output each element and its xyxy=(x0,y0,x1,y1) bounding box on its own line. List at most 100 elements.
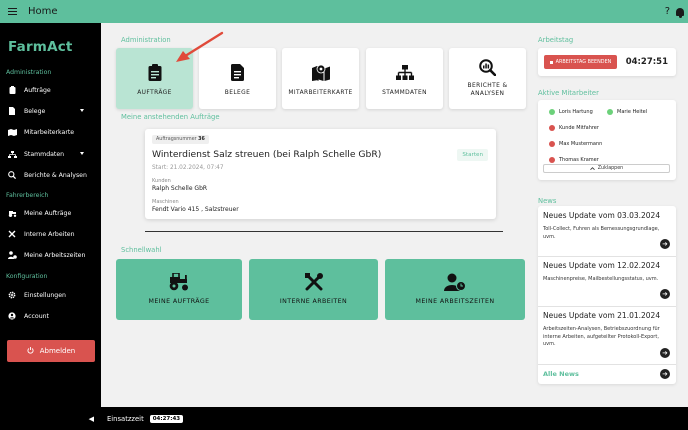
operation-time-label: Einsatzzeit xyxy=(107,414,144,423)
tools-icon xyxy=(0,230,24,238)
sidebar-item-einstellungen[interactable]: Einstellungen xyxy=(0,288,101,302)
employee-name: Max Mustermann xyxy=(559,141,603,147)
status-dot-inactive xyxy=(549,157,555,163)
top-bar-actions: ? xyxy=(665,0,684,23)
order-number-badge: Auftragsnummer 36 xyxy=(152,135,209,144)
bottom-bar: ◀ Einsatzzeit 04:27:43 xyxy=(0,407,688,430)
tile-label: STAMMDATEN xyxy=(382,90,427,96)
sidebar-item-meine-auftraege[interactable]: Meine Aufträge xyxy=(0,206,101,220)
sidebar-item-label: Meine Aufträge xyxy=(24,209,72,217)
start-button[interactable]: Starten xyxy=(457,149,488,161)
menu-icon[interactable] xyxy=(0,0,24,23)
tile-label-line-1: BERICHTE & xyxy=(467,83,508,89)
sidebar-item-label: Account xyxy=(24,312,49,320)
end-workday-label: ARBEITSTAG BEENDEN xyxy=(555,59,612,65)
logout-label: Abmelden xyxy=(39,347,76,355)
divider xyxy=(538,364,676,365)
end-workday-button[interactable]: ARBEITSTAG BEENDEN xyxy=(544,55,617,69)
employee-item: Thomas Kramer xyxy=(549,157,599,163)
sidebar-item-label: Interne Arbeiten xyxy=(24,230,75,238)
sidebar-section-fahrerbereich: Fahrerbereich xyxy=(6,192,49,199)
news-title: Neues Update vom 03.03.2024 xyxy=(543,211,661,220)
active-employees-heading: Aktive Mitarbeiter xyxy=(538,89,599,97)
status-dot-active xyxy=(549,109,555,115)
customer-value: Ralph Schelle GbR xyxy=(152,185,208,192)
employee-item: Marie Heitel xyxy=(607,109,647,115)
sidebar-section-administration: Administration xyxy=(6,69,52,76)
news-title: Neues Update vom 12.02.2024 xyxy=(543,261,661,270)
sidebar-item-label: Meine Arbeitszeiten xyxy=(24,251,86,259)
tile-label-line-2: ANALYSEN xyxy=(470,91,505,97)
order-number-value: 36 xyxy=(198,137,205,142)
sidebar-item-auftraege[interactable]: Aufträge xyxy=(0,83,101,97)
news-card: Neues Update vom 03.03.2024 Toll-Collect… xyxy=(538,206,676,384)
sidebar-item-stammdaten[interactable]: Stammdaten xyxy=(0,147,101,161)
arrow-right-icon[interactable]: ➔ xyxy=(660,348,670,358)
active-employees-card: Loris Hartung Marie Heitel Kunde Mitfahr… xyxy=(538,100,676,180)
logout-button[interactable]: Abmelden xyxy=(7,340,95,362)
workday-heading: Arbeitstag xyxy=(538,36,574,44)
task-card[interactable]: Auftragsnummer 36 Winterdienst Salz stre… xyxy=(145,129,496,219)
collapse-sidebar-icon[interactable]: ◀ xyxy=(0,415,101,423)
all-news-link[interactable]: Alle News xyxy=(543,370,579,378)
map-icon xyxy=(0,128,24,136)
employee-item: Max Mustermann xyxy=(549,141,602,147)
document-icon xyxy=(228,62,248,82)
employee-item: Kunde Mitfahrer xyxy=(549,125,599,131)
sidebar-item-berichte[interactable]: Berichte & Analysen xyxy=(0,168,101,182)
task-start-time: Start: 21.02.2024, 07:47 xyxy=(152,165,224,171)
employee-name: Kunde Mitfahrer xyxy=(559,125,599,131)
workday-card: ARBEITSTAG BEENDEN 04:27:51 xyxy=(538,48,676,76)
quick-meine-arbeitszeiten[interactable]: MEINE ARBEITSZEITEN xyxy=(385,259,525,320)
collapse-button[interactable]: Zuklappen xyxy=(543,164,670,173)
stop-icon xyxy=(549,60,553,64)
customer-label: Kunden xyxy=(152,178,171,184)
sidebar-item-label: Aufträge xyxy=(24,86,51,94)
arrow-right-icon[interactable]: ➔ xyxy=(660,239,670,249)
quick-label: INTERNE ARBEITEN xyxy=(279,298,348,305)
divider xyxy=(145,231,503,232)
sidebar-item-interne-arbeiten[interactable]: Interne Arbeiten xyxy=(0,227,101,241)
quick-interne-arbeiten[interactable]: INTERNE ARBEITEN xyxy=(249,259,378,320)
tile-label: MITARBEITERKARTE xyxy=(288,90,353,96)
news-text: Arbeitszeiten-Analysen, Betriebszuordnun… xyxy=(543,326,660,347)
chevron-down-icon xyxy=(80,152,84,155)
sidebar-item-belege[interactable]: Belege xyxy=(0,104,101,118)
sidebar-item-meine-arbeitszeiten[interactable]: Meine Arbeitszeiten xyxy=(0,248,101,262)
hierarchy-icon xyxy=(395,62,415,82)
sidebar-item-mitarbeiterkarte[interactable]: Mitarbeiterkarte xyxy=(0,125,101,139)
order-number-label: Auftragsnummer xyxy=(156,137,197,142)
tile-stammdaten[interactable]: STAMMDATEN xyxy=(366,48,443,109)
tile-mitarbeiterkarte[interactable]: MITARBEITERKARTE xyxy=(282,48,359,109)
sidebar-item-label: Stammdaten xyxy=(24,150,65,158)
tools-icon xyxy=(303,271,325,293)
quick-meine-auftraege[interactable]: MEINE AUFTRÄGE xyxy=(116,259,242,320)
news-item[interactable]: Neues Update vom 21.01.2024 Arbeitszeite… xyxy=(538,306,676,364)
machines-value: Fendt Vario 415 , Salzstreuer xyxy=(152,206,239,213)
quick-label: MEINE AUFTRÄGE xyxy=(148,298,210,305)
clipboard-icon xyxy=(0,86,24,94)
tile-berichte-analysen[interactable]: BERICHTE & ANALYSEN xyxy=(449,48,526,109)
admin-heading: Administration xyxy=(121,36,171,44)
sidebar-section-konfiguration: Konfiguration xyxy=(6,273,48,280)
news-text: Maschinenpreise, Mailbestellungsstatus, … xyxy=(543,276,659,282)
news-heading: News xyxy=(538,197,557,205)
operation-timer: 04:27:43 xyxy=(149,414,184,423)
status-dot-inactive xyxy=(549,125,555,131)
help-icon[interactable]: ? xyxy=(665,6,670,17)
bell-icon[interactable] xyxy=(676,7,684,18)
news-item[interactable]: Neues Update vom 03.03.2024 Toll-Collect… xyxy=(538,206,676,256)
sidebar-item-label: Einstellungen xyxy=(24,291,66,299)
collapse-label: Zuklappen xyxy=(597,166,624,171)
news-item[interactable]: Neues Update vom 12.02.2024 Maschinenpre… xyxy=(538,256,676,306)
sidebar-item-label: Berichte & Analysen xyxy=(24,171,87,179)
sidebar-item-account[interactable]: Account xyxy=(0,309,101,323)
user-clock-icon xyxy=(444,271,466,293)
brand-logo: FarmAct xyxy=(8,39,73,55)
arrow-right-icon[interactable]: ➔ xyxy=(660,289,670,299)
employee-name: Thomas Kramer xyxy=(559,157,599,163)
arrow-right-icon[interactable]: ➔ xyxy=(660,369,670,379)
tile-label: BERICHTE & ANALYSEN xyxy=(468,82,508,98)
chevron-up-icon xyxy=(589,167,595,170)
employee-name: Loris Hartung xyxy=(559,109,593,115)
